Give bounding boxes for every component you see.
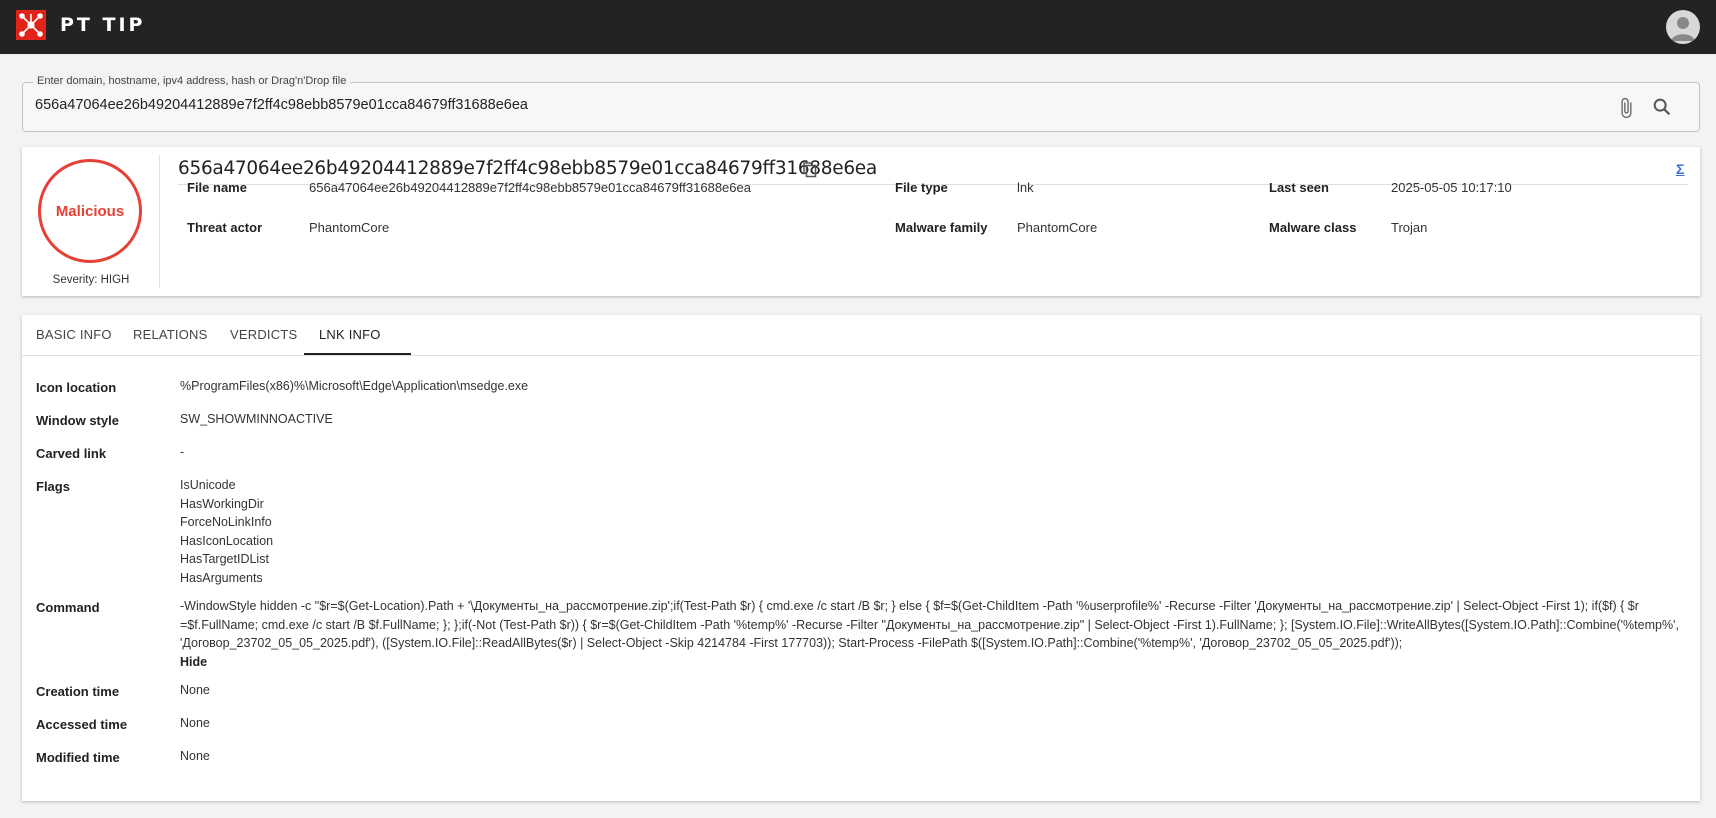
flag-item: IsUnicode [180,478,236,492]
creation-time-label: Creation time [36,684,120,699]
flag-item: HasTargetIDList [180,552,269,566]
accessed-time-value: None [180,716,210,730]
tab-verdicts[interactable]: VERDICTS [230,327,297,342]
verdict-label: Malicious [55,202,125,220]
file-name-value: 656a47064ee26b49204412889e7f2ff4c98ebb85… [309,180,751,195]
severity-label: Severity: HIGH [52,274,130,286]
details-panel: BASIC INFO RELATIONS VERDICTS LNK INFO I… [22,315,1700,801]
top-app-bar: PT TIP [0,0,1716,54]
summary-card: Malicious Severity: HIGH 656a47064ee26b4… [22,147,1700,296]
search-legend: Enter domain, hostname, ipv4 address, ha… [33,75,351,87]
flag-item: HasIconLocation [180,533,274,548]
search-field: Enter domain, hostname, ipv4 address, ha… [22,75,1700,132]
accessed-time-label: Accessed time [36,717,128,732]
tabs-divider [22,355,1700,356]
flags-list: IsUnicode HasWorkingDir ForceNoLinkInfo … [180,476,273,587]
card-divider [159,155,160,288]
modified-time-label: Modified time [36,750,120,765]
window-style-label: Window style [36,413,119,428]
modified-time-value: None [180,749,210,763]
malware-family-label: Malware family [895,220,988,235]
paperclip-icon[interactable] [1615,97,1637,119]
malware-family-value[interactable]: PhantomCore [1017,220,1097,235]
flag-item: ForceNoLinkInfo [180,515,272,529]
window-style-value: SW_SHOWMINNOACTIVE [180,412,333,426]
carved-link-value: - [180,445,185,459]
malware-class-value: Trojan [1391,220,1428,235]
threat-actor-value[interactable]: PhantomCore [309,220,389,235]
hash-title: 656a47064ee26b49204412889e7f2ff4c98ebb85… [178,158,877,179]
file-name-label: File name [187,180,247,195]
creation-time-value: None [180,683,210,697]
sigma-icon[interactable]: Σ [1676,161,1690,177]
malware-class-label: Malware class [1269,220,1357,235]
last-seen-label: Last seen [1269,180,1329,195]
tab-basic-info[interactable]: BASIC INFO [36,327,112,342]
search-icon[interactable] [1651,96,1673,118]
user-avatar-icon[interactable] [1666,10,1700,44]
icon-location-label: Icon location [36,380,117,395]
search-input[interactable] [35,97,1595,113]
threat-actor-label: Threat actor [187,220,263,235]
command-block: -WindowStyle hidden -c "$r=$(Get-Locatio… [180,597,1680,671]
copy-icon[interactable] [802,161,818,179]
carved-link-label: Carved link [36,446,107,461]
app-title[interactable]: PT TIP [60,14,145,36]
verdict-badge: Malicious [38,159,142,263]
tab-relations[interactable]: RELATIONS [133,327,208,342]
network-logo-icon[interactable] [16,10,46,40]
command-value: -WindowStyle hidden -c "$r=$(Get-Locatio… [180,599,1679,650]
flag-item: HasWorkingDir [180,496,264,511]
file-type-value: lnk [1017,180,1034,195]
file-type-label: File type [895,180,948,195]
last-seen-value: 2025-05-05 10:17:10 [1391,180,1512,195]
flags-label: Flags [36,479,70,494]
command-label: Command [36,600,100,615]
flag-item: HasArguments [180,570,263,585]
tab-lnk-info[interactable]: LNK INFO [319,327,381,342]
hide-command-link[interactable]: Hide [180,653,1680,672]
icon-location-value: %ProgramFiles(x86)%\Microsoft\Edge\Appli… [180,379,529,393]
